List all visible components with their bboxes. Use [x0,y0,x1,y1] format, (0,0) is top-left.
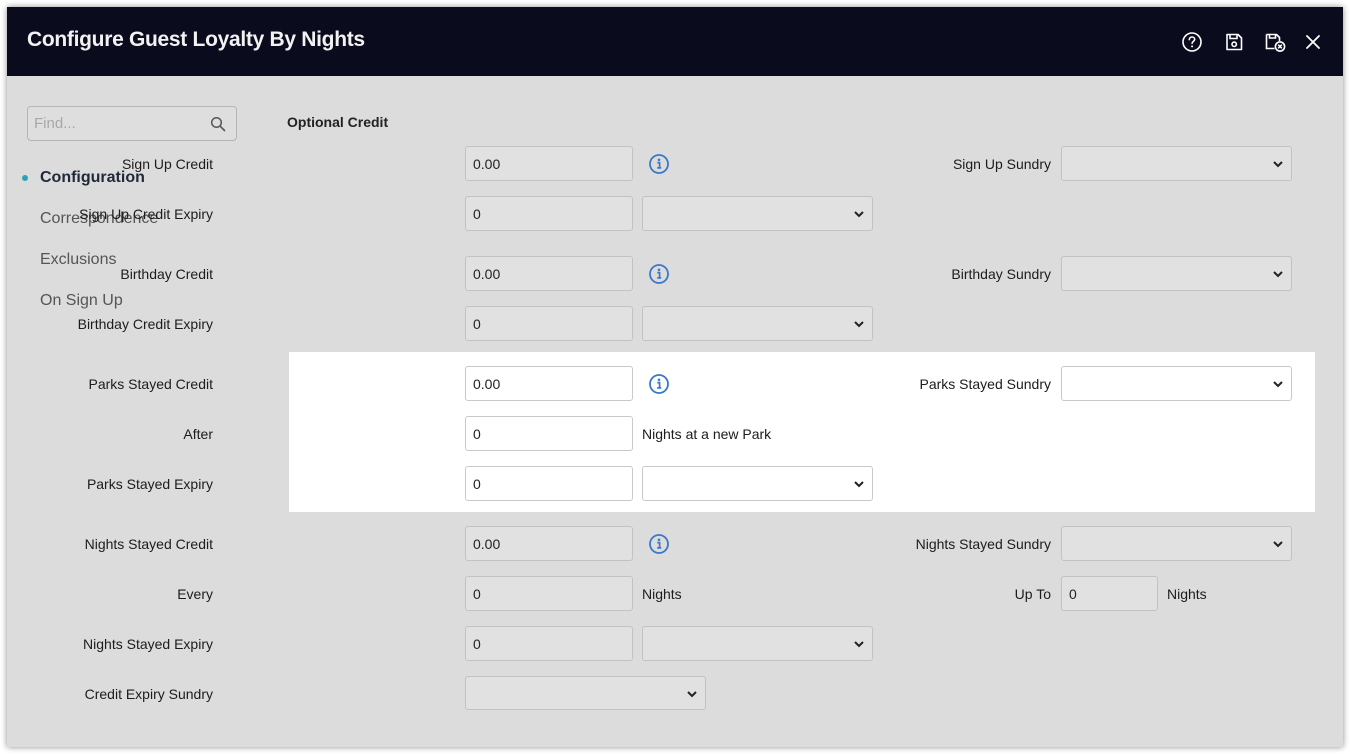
sign-up-credit-expiry-label: Sign Up Credit Expiry [79,206,213,222]
dialog-window: Configure Guest Loyalty By Nights Find..… [7,7,1343,747]
active-indicator-dot [22,175,28,181]
sign-up-sundry-select[interactable] [1061,146,1292,181]
birthday-sundry-select[interactable] [1061,256,1292,291]
section-title: Optional Credit [287,114,389,130]
dialog-title: Configure Guest Loyalty By Nights [27,28,365,51]
every-nights-input[interactable] [465,576,633,611]
up-to-suffix-text: Nights [1167,586,1207,602]
sign-up-credit-input[interactable] [465,146,633,181]
nights-stayed-sundry-select[interactable] [1061,526,1292,561]
sign-up-credit-expiry-input[interactable] [465,196,633,231]
sign-up-credit-info-icon[interactable] [648,153,670,175]
chevron-down-icon [1273,161,1283,168]
birthday-credit-expiry-unit-select[interactable] [642,306,873,341]
parks-stayed-sundry-select[interactable] [1061,366,1292,401]
title-bar: Configure Guest Loyalty By Nights [7,7,1343,76]
save-icon[interactable] [1223,31,1245,53]
every-label: Every [177,586,213,602]
sidebar-item-label: Exclusions [40,251,117,268]
after-suffix-text: Nights at a new Park [642,426,772,442]
nights-stayed-credit-info-icon[interactable] [648,533,670,555]
nights-stayed-expiry-label: Nights Stayed Expiry [83,636,213,652]
birthday-sundry-label: Birthday Sundry [951,266,1051,282]
parks-stayed-expiry-label: Parks Stayed Expiry [86,476,213,492]
credit-expiry-sundry-label: Credit Expiry Sundry [84,686,213,702]
parks-stayed-expiry-unit-select[interactable] [642,466,873,501]
close-icon[interactable] [1302,31,1324,53]
birthday-credit-expiry-label: Birthday Credit Expiry [77,316,213,332]
birthday-credit-label: Birthday Credit [120,266,213,282]
birthday-credit-input[interactable] [465,256,633,291]
nights-stayed-credit-label: Nights Stayed Credit [84,536,213,552]
search-icon[interactable] [210,116,226,132]
sign-up-sundry-label: Sign Up Sundry [952,156,1051,172]
sign-up-credit-label: Sign Up Credit [121,156,213,172]
chevron-down-icon [1273,271,1283,278]
parks-stayed-credit-info-icon[interactable] [648,373,670,395]
parks-stayed-credit-input[interactable] [465,366,633,401]
help-icon[interactable] [1181,31,1203,53]
nights-stayed-sundry-label: Nights Stayed Sundry [915,536,1051,552]
nights-stayed-expiry-unit-select[interactable] [642,626,873,661]
chevron-down-icon [1273,381,1283,388]
chevron-down-icon [854,211,864,218]
parks-stayed-expiry-input[interactable] [465,466,633,501]
credit-expiry-sundry-select[interactable] [465,676,706,710]
nights-stayed-expiry-input[interactable] [465,626,633,661]
birthday-credit-info-icon[interactable] [648,263,670,285]
up-to-nights-input[interactable] [1061,576,1158,611]
after-nights-input[interactable] [465,416,633,451]
chevron-down-icon [854,481,864,488]
parks-stayed-credit-label: Parks Stayed Credit [88,376,214,392]
sidebar-item-label: On Sign Up [40,292,123,309]
parks-stayed-sundry-label: Parks Stayed Sundry [919,376,1051,392]
save-and-close-icon[interactable] [1264,31,1286,53]
find-box [27,106,237,141]
chevron-down-icon [1273,541,1283,548]
sign-up-credit-expiry-unit-select[interactable] [642,196,873,231]
content-panel: Optional Credit Sign Up Credit Sign Up S… [78,76,1343,747]
chevron-down-icon [854,321,864,328]
chevron-down-icon [687,691,697,698]
every-suffix-text: Nights [642,586,682,602]
sidebar-nav: Configuration Correspondence Exclusions … [7,156,258,320]
after-label: After [183,426,213,442]
birthday-credit-expiry-input[interactable] [465,306,633,341]
chevron-down-icon [854,641,864,648]
up-to-label: Up To [1014,586,1051,602]
find-input[interactable] [28,107,208,140]
nights-stayed-credit-input[interactable] [465,526,633,561]
